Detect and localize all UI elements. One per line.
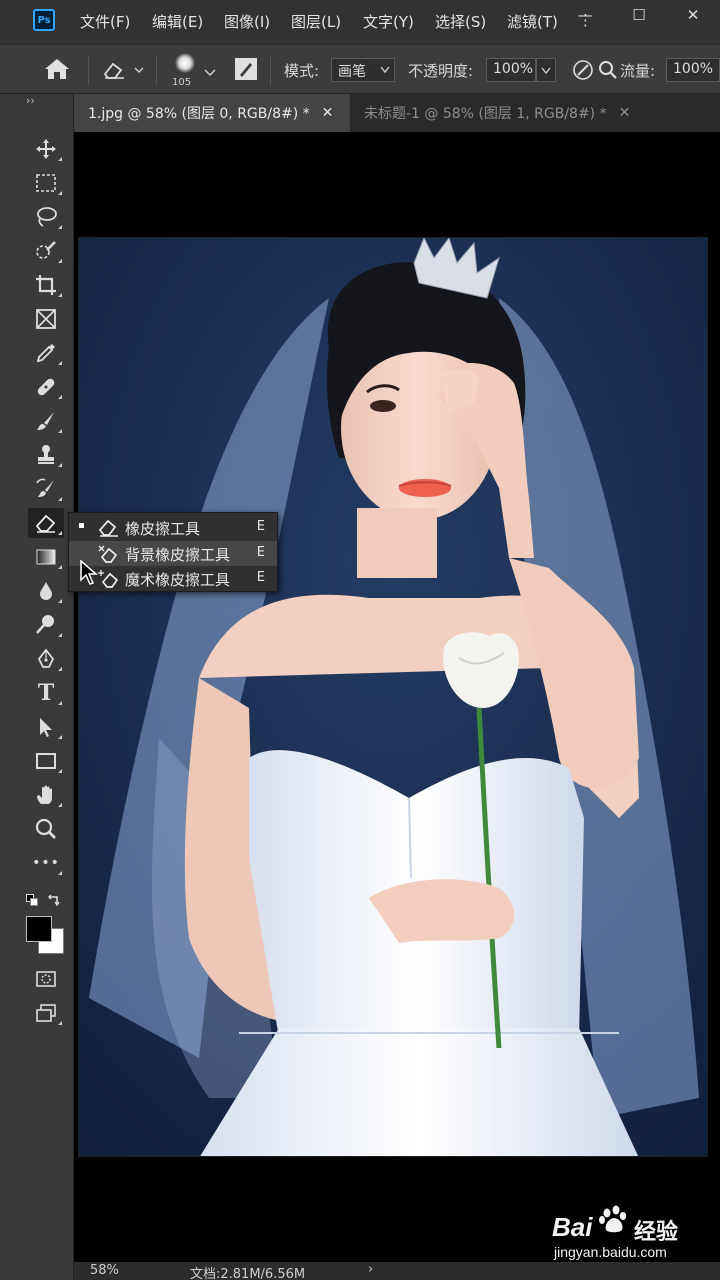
menu-type[interactable]: 文字(Y) <box>363 11 414 32</box>
foreground-color-swatch[interactable] <box>26 916 52 942</box>
flyout-label: 背景橡皮擦工具 <box>125 546 231 564</box>
type-tool-glyph: T <box>37 680 55 706</box>
more-glyph: ••• <box>32 855 60 871</box>
opacity-dropdown[interactable] <box>536 58 556 82</box>
window-controls: — ☐ ✕ <box>558 0 720 30</box>
mode-value: 画笔 <box>338 64 366 80</box>
paw-icon <box>599 1205 627 1233</box>
chevron-down-icon <box>380 66 390 74</box>
brush-preset-picker[interactable]: 105 <box>172 51 198 93</box>
tab-label: 1.jpg @ 58% (图层 0, RGB/8#) * <box>88 106 310 122</box>
menu-select[interactable]: 选择(S) <box>435 11 486 32</box>
eraser-preset-icon[interactable] <box>102 60 146 84</box>
flow-label: 流量: <box>620 62 656 80</box>
eraser-tools-flyout: 橡皮擦工具 E 背景橡皮擦工具 E 魔术橡皮擦工具 E <box>68 512 278 592</box>
flyout-label: 橡皮擦工具 <box>125 520 201 538</box>
maximize-button[interactable]: ☐ <box>612 0 666 30</box>
document-size: 文档:2.81M/6.56M <box>190 1267 306 1280</box>
close-icon[interactable]: ✕ <box>322 105 334 121</box>
tab-document-1[interactable]: 1.jpg @ 58% (图层 0, RGB/8#) * ✕ <box>74 94 350 132</box>
brush-tip-icon <box>175 53 195 73</box>
watermark-url: jingyan.baidu.com <box>554 1244 667 1260</box>
blur-tool-icon[interactable] <box>28 576 64 606</box>
menu-filter[interactable]: 滤镜(T) <box>507 11 558 32</box>
dodge-tool-icon[interactable] <box>28 610 64 640</box>
default-colors-icon[interactable] <box>26 894 40 908</box>
opacity-value: 100% <box>493 61 534 77</box>
opacity-label: 不透明度: <box>408 62 474 80</box>
background-eraser-icon <box>98 545 118 563</box>
path-select-icon[interactable] <box>28 712 64 742</box>
rectangle-tool-icon[interactable] <box>28 746 64 776</box>
pressure-opacity-icon[interactable] <box>572 59 594 85</box>
pen-tool-icon[interactable] <box>28 644 64 674</box>
flyout-background-eraser-tool[interactable]: 背景橡皮擦工具 E <box>69 541 277 566</box>
healing-brush-icon[interactable] <box>28 372 64 402</box>
selected-indicator <box>79 523 84 528</box>
status-menu-arrow[interactable]: › <box>368 1262 373 1277</box>
flyout-eraser-tool[interactable]: 橡皮擦工具 E <box>69 515 277 540</box>
gradient-tool-icon[interactable] <box>28 542 64 572</box>
brush-settings-icon[interactable] <box>234 57 258 85</box>
panel-collapse-icon[interactable]: ›› <box>26 94 35 107</box>
zoom-level[interactable]: 58% <box>90 1263 119 1278</box>
more-tools-icon[interactable]: ••• <box>28 848 64 878</box>
menu-image[interactable]: 图像(I) <box>224 11 270 32</box>
quick-mask-icon[interactable] <box>28 964 64 994</box>
hand-tool-icon[interactable] <box>28 780 64 810</box>
document-canvas[interactable] <box>74 132 720 1262</box>
shortcut-key: E <box>256 519 265 534</box>
minimize-button[interactable]: — <box>558 0 612 30</box>
bride-photo[interactable] <box>78 237 708 1157</box>
mouse-cursor <box>80 559 99 590</box>
close-icon[interactable]: ✕ <box>619 105 631 121</box>
menu-layer[interactable]: 图层(L) <box>291 11 341 32</box>
close-button[interactable]: ✕ <box>666 0 720 30</box>
crop-tool-icon[interactable] <box>28 270 64 300</box>
screen-mode-icon[interactable] <box>28 998 64 1028</box>
history-brush-icon[interactable] <box>28 474 64 504</box>
chevron-down-icon <box>541 67 551 75</box>
home-icon[interactable] <box>44 58 70 84</box>
jingyan-text: 经验 <box>634 1220 679 1245</box>
shortcut-key: E <box>256 570 265 585</box>
brush-size-label: 105 <box>172 77 192 88</box>
opacity-input[interactable]: 100% <box>486 58 536 82</box>
zoom-tool-icon[interactable] <box>28 814 64 844</box>
brush-tool-icon[interactable] <box>28 406 64 436</box>
flyout-label: 魔术橡皮擦工具 <box>125 571 231 589</box>
tools-panel: ›› T ••• <box>0 94 74 1280</box>
menu-edit[interactable]: 编辑(E) <box>152 11 203 32</box>
frame-tool-icon[interactable] <box>28 304 64 334</box>
tab-label: 未标题-1 @ 58% (图层 1, RGB/8#) * <box>364 106 607 122</box>
move-tool-icon[interactable] <box>28 134 64 164</box>
marquee-tool-icon[interactable] <box>28 168 64 198</box>
tab-document-2[interactable]: 未标题-1 @ 58% (图层 1, RGB/8#) * ✕ <box>350 94 650 132</box>
baidu-logo-text: Bai <box>552 1212 593 1242</box>
stamp-tool-icon[interactable] <box>28 440 64 470</box>
mode-label: 模式: <box>284 62 320 80</box>
menu-bar: Ps 文件(F) 编辑(E) 图像(I) 图层(L) 文字(Y) 选择(S) 滤… <box>0 0 720 44</box>
baidu-jingyan-watermark: Bai 经验 jingyan.baidu.com <box>548 1198 718 1268</box>
flow-input[interactable]: 100% <box>666 58 720 82</box>
quick-select-icon[interactable] <box>28 236 64 266</box>
document-tabs: 1.jpg @ 58% (图层 0, RGB/8#) * ✕ 未标题-1 @ 5… <box>74 94 720 132</box>
eraser-icon <box>98 519 118 537</box>
swap-colors-icon[interactable] <box>46 892 62 912</box>
photoshop-logo[interactable]: Ps <box>33 9 55 31</box>
mode-select[interactable]: 画笔 <box>331 58 395 82</box>
flyout-magic-eraser-tool[interactable]: 魔术橡皮擦工具 E <box>69 566 277 591</box>
magic-eraser-icon <box>98 570 119 588</box>
lasso-tool-icon[interactable] <box>28 202 64 232</box>
chevron-down-icon[interactable] <box>204 63 216 82</box>
search-icon[interactable] <box>598 60 618 84</box>
shortcut-key: E <box>256 545 265 560</box>
menu-file[interactable]: 文件(F) <box>80 11 130 32</box>
flow-value: 100% <box>673 61 714 77</box>
type-tool-icon[interactable]: T <box>28 678 64 708</box>
options-bar: 105 模式: 画笔 不透明度: 100% 流量: 100% <box>0 44 720 94</box>
eraser-tool-icon[interactable] <box>28 508 64 538</box>
eyedropper-icon[interactable] <box>28 338 64 368</box>
